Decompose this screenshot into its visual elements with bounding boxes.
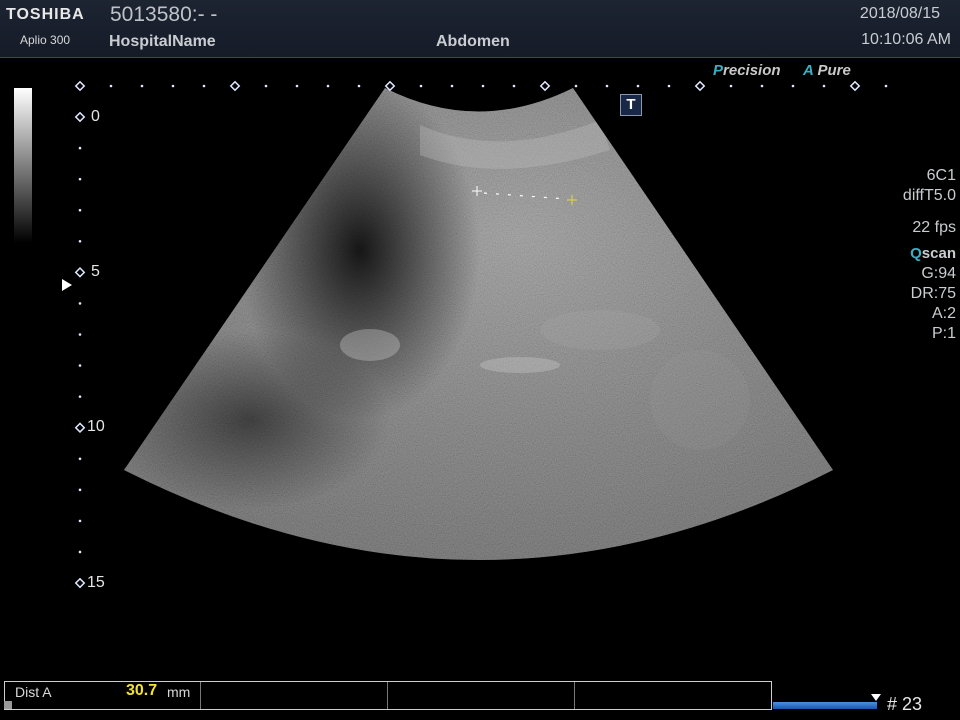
depth-scale-major-tick	[74, 267, 86, 278]
lateral-scale-minor-tick	[884, 84, 888, 88]
depth-scale-major-tick	[74, 577, 86, 589]
p-value: P:1	[931, 325, 956, 342]
lateral-scale-minor-tick	[264, 84, 268, 88]
lateral-scale-minor-tick	[357, 84, 361, 88]
lateral-scale-major-tick	[229, 80, 241, 92]
lateral-scale-minor-tick	[326, 84, 330, 88]
lateral-scale-major-tick	[384, 80, 396, 92]
depth-scale-minor-tick	[78, 395, 82, 398]
lateral-scale-minor-tick	[419, 84, 423, 88]
depth-scale-minor-tick	[78, 177, 82, 181]
lateral-scale-minor-tick	[636, 84, 640, 88]
lateral-scale-minor-tick	[450, 84, 454, 88]
lateral-scale-minor-tick	[202, 84, 206, 88]
depth-scale-major-tick	[74, 422, 86, 434]
depth-scale-minor-tick	[78, 550, 82, 554]
gain-value: G:94	[921, 265, 956, 282]
lateral-scale-minor-tick	[822, 84, 826, 88]
imaging-parameters: 6C1 diffT5.0 22 fps Qscan G:94 DR:75 A:2…	[903, 166, 956, 344]
frame-number: # 23	[887, 694, 923, 714]
lateral-scale-major-tick	[539, 80, 551, 92]
measurement-unit: mm	[167, 684, 191, 700]
depth-label-15: 15	[87, 574, 105, 591]
depth-scale-minor-tick	[78, 364, 82, 367]
orientation-t-icon: T	[620, 94, 642, 116]
ultrasound-sector	[124, 88, 833, 560]
frame-rate: 22 fps	[912, 219, 956, 236]
lateral-scale-minor-tick	[667, 84, 671, 88]
depth-scale-minor-tick	[78, 302, 82, 305]
lateral-scale-minor-tick	[574, 84, 578, 88]
measurement-cell: Dist A 30.7 mm	[5, 682, 201, 709]
depth-label-0: 0	[91, 108, 100, 125]
lateral-scale-minor-tick	[481, 84, 485, 88]
lateral-scale-minor-tick	[171, 84, 175, 88]
depth-scale-minor-tick	[78, 457, 82, 461]
lateral-scale-minor-tick	[109, 84, 113, 88]
measurement-panel: Dist A 30.7 mm	[4, 681, 772, 710]
measurement-value: 30.7	[126, 682, 158, 699]
measurement-label: Dist A	[15, 684, 52, 700]
lateral-scale-major-tick	[74, 80, 86, 92]
measurement-cell-empty	[387, 682, 575, 709]
lateral-scale	[74, 80, 888, 92]
lateral-scale-minor-tick	[295, 84, 299, 88]
qscan-label: Qscan	[910, 245, 956, 262]
depth-scale-minor-tick	[78, 208, 82, 212]
lateral-scale-minor-tick	[729, 84, 733, 88]
cine-progress-bar[interactable]	[773, 702, 877, 709]
depth-scale-minor-tick	[78, 519, 82, 523]
dynamic-range-value: DR:75	[910, 285, 956, 302]
ultrasound-image	[74, 80, 888, 589]
depth-scale-minor-tick	[78, 146, 82, 150]
lateral-scale-minor-tick	[512, 84, 516, 88]
depth-scale-major-tick	[74, 111, 86, 123]
depth-scale-minor-tick	[78, 488, 82, 492]
lateral-scale-minor-tick	[605, 84, 609, 88]
lateral-scale-minor-tick	[791, 84, 795, 88]
lateral-scale-major-tick	[849, 80, 861, 92]
probe-name: 6C1	[926, 167, 956, 184]
depth-scale-minor-tick	[78, 333, 82, 336]
measurement-cell-empty	[200, 682, 388, 709]
preset-name: diffT5.0	[902, 187, 956, 204]
depth-scale	[74, 111, 86, 589]
status-square-icon	[4, 701, 12, 709]
lateral-scale-major-tick	[694, 80, 706, 92]
lateral-scale-minor-tick	[140, 84, 144, 88]
depth-label-10: 10	[87, 418, 105, 435]
depth-label-5: 5	[91, 263, 100, 280]
depth-scale-minor-tick	[78, 239, 82, 243]
cine-position-marker-icon[interactable]	[871, 694, 881, 701]
a-value: A:2	[931, 305, 956, 322]
measurement-cell-empty	[574, 682, 771, 709]
lateral-scale-minor-tick	[760, 84, 764, 88]
